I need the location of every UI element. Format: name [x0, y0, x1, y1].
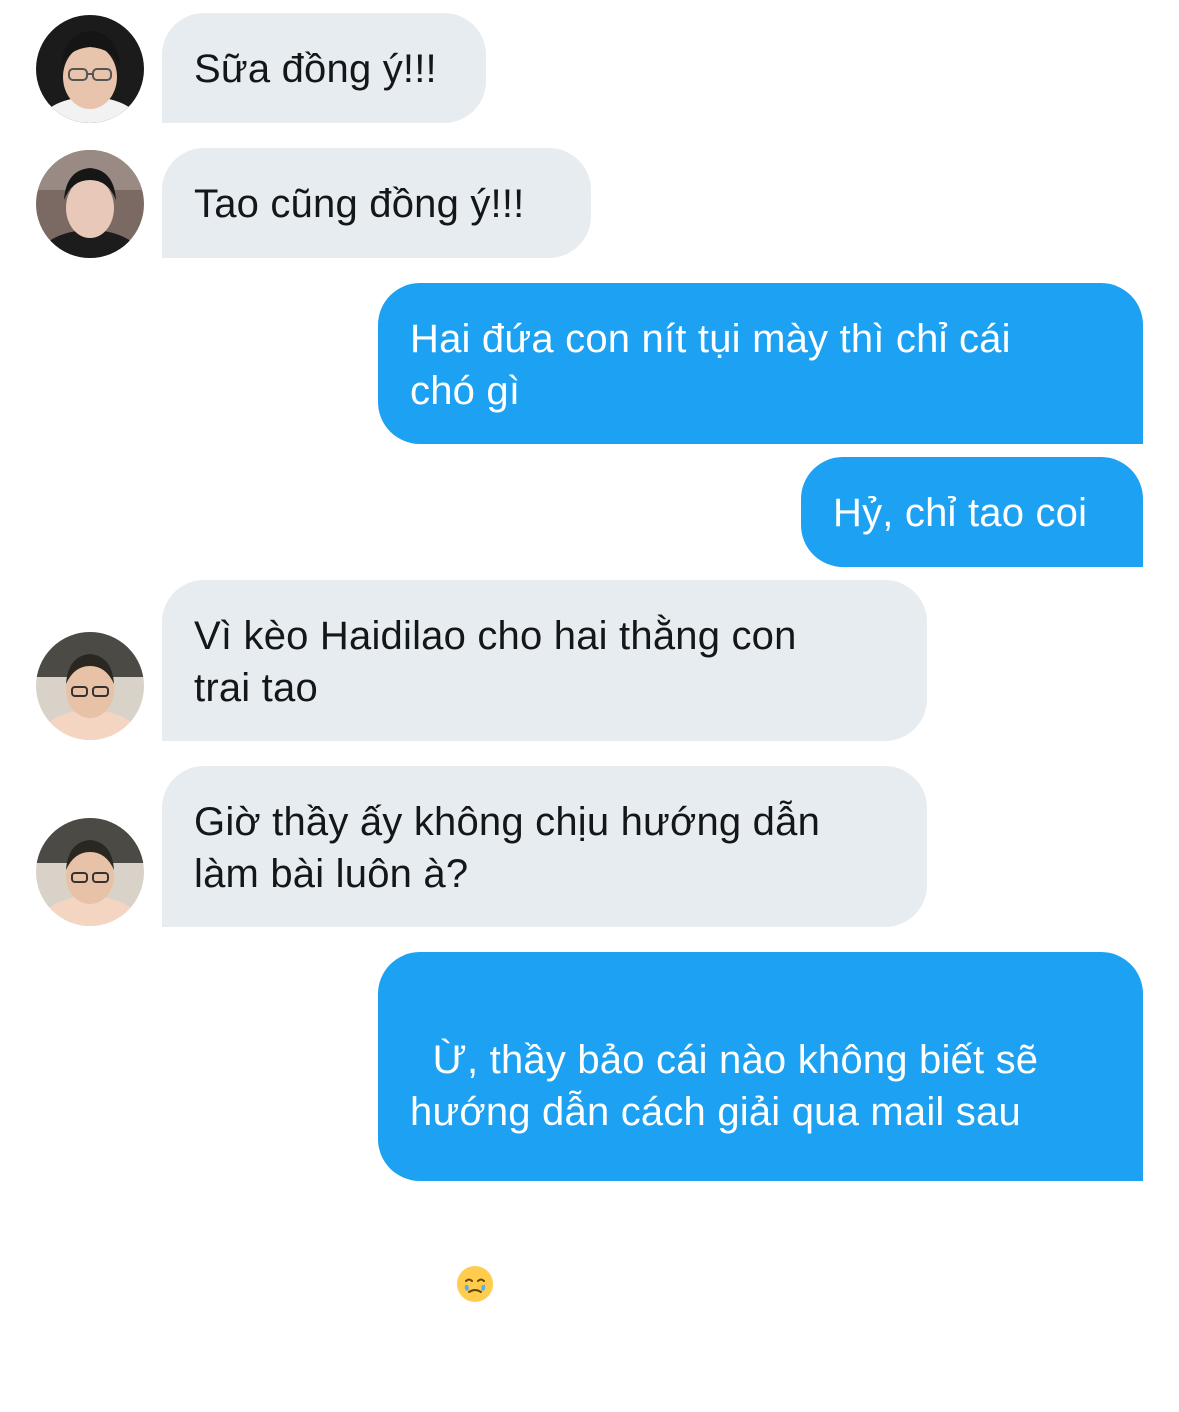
- avatar-photo: [36, 818, 144, 926]
- message-bubble-incoming[interactable]: Giờ thầy ấy không chịu hướng dẫn làm bài…: [162, 766, 927, 927]
- message-bubble-incoming[interactable]: Tao cũng đồng ý!!!: [162, 148, 591, 258]
- avatar-photo: [36, 632, 144, 740]
- message-bubble-outgoing[interactable]: Hai đứa con nít tụi mày thì chỉ cái chó …: [378, 283, 1143, 444]
- message-bubble-incoming[interactable]: Sữa đồng ý!!!: [162, 13, 486, 123]
- message-bubble-incoming[interactable]: Vì kèo Haidilao cho hai thằng con trai t…: [162, 580, 927, 741]
- avatar[interactable]: [36, 818, 144, 926]
- avatar-photo: [36, 150, 144, 258]
- face-holding-back-tears-emoji: [457, 1266, 494, 1303]
- avatar[interactable]: [36, 15, 144, 123]
- message-text: Ừ, thầy bảo cái nào không biết sẽ hướng …: [410, 1038, 1039, 1134]
- avatar[interactable]: [36, 632, 144, 740]
- avatar[interactable]: [36, 150, 144, 258]
- message-bubble-outgoing[interactable]: Ừ, thầy bảo cái nào không biết sẽ hướng …: [378, 952, 1143, 1303]
- message-bubble-outgoing[interactable]: Hỷ, chỉ tao coi: [801, 457, 1143, 567]
- avatar-photo: [36, 15, 144, 123]
